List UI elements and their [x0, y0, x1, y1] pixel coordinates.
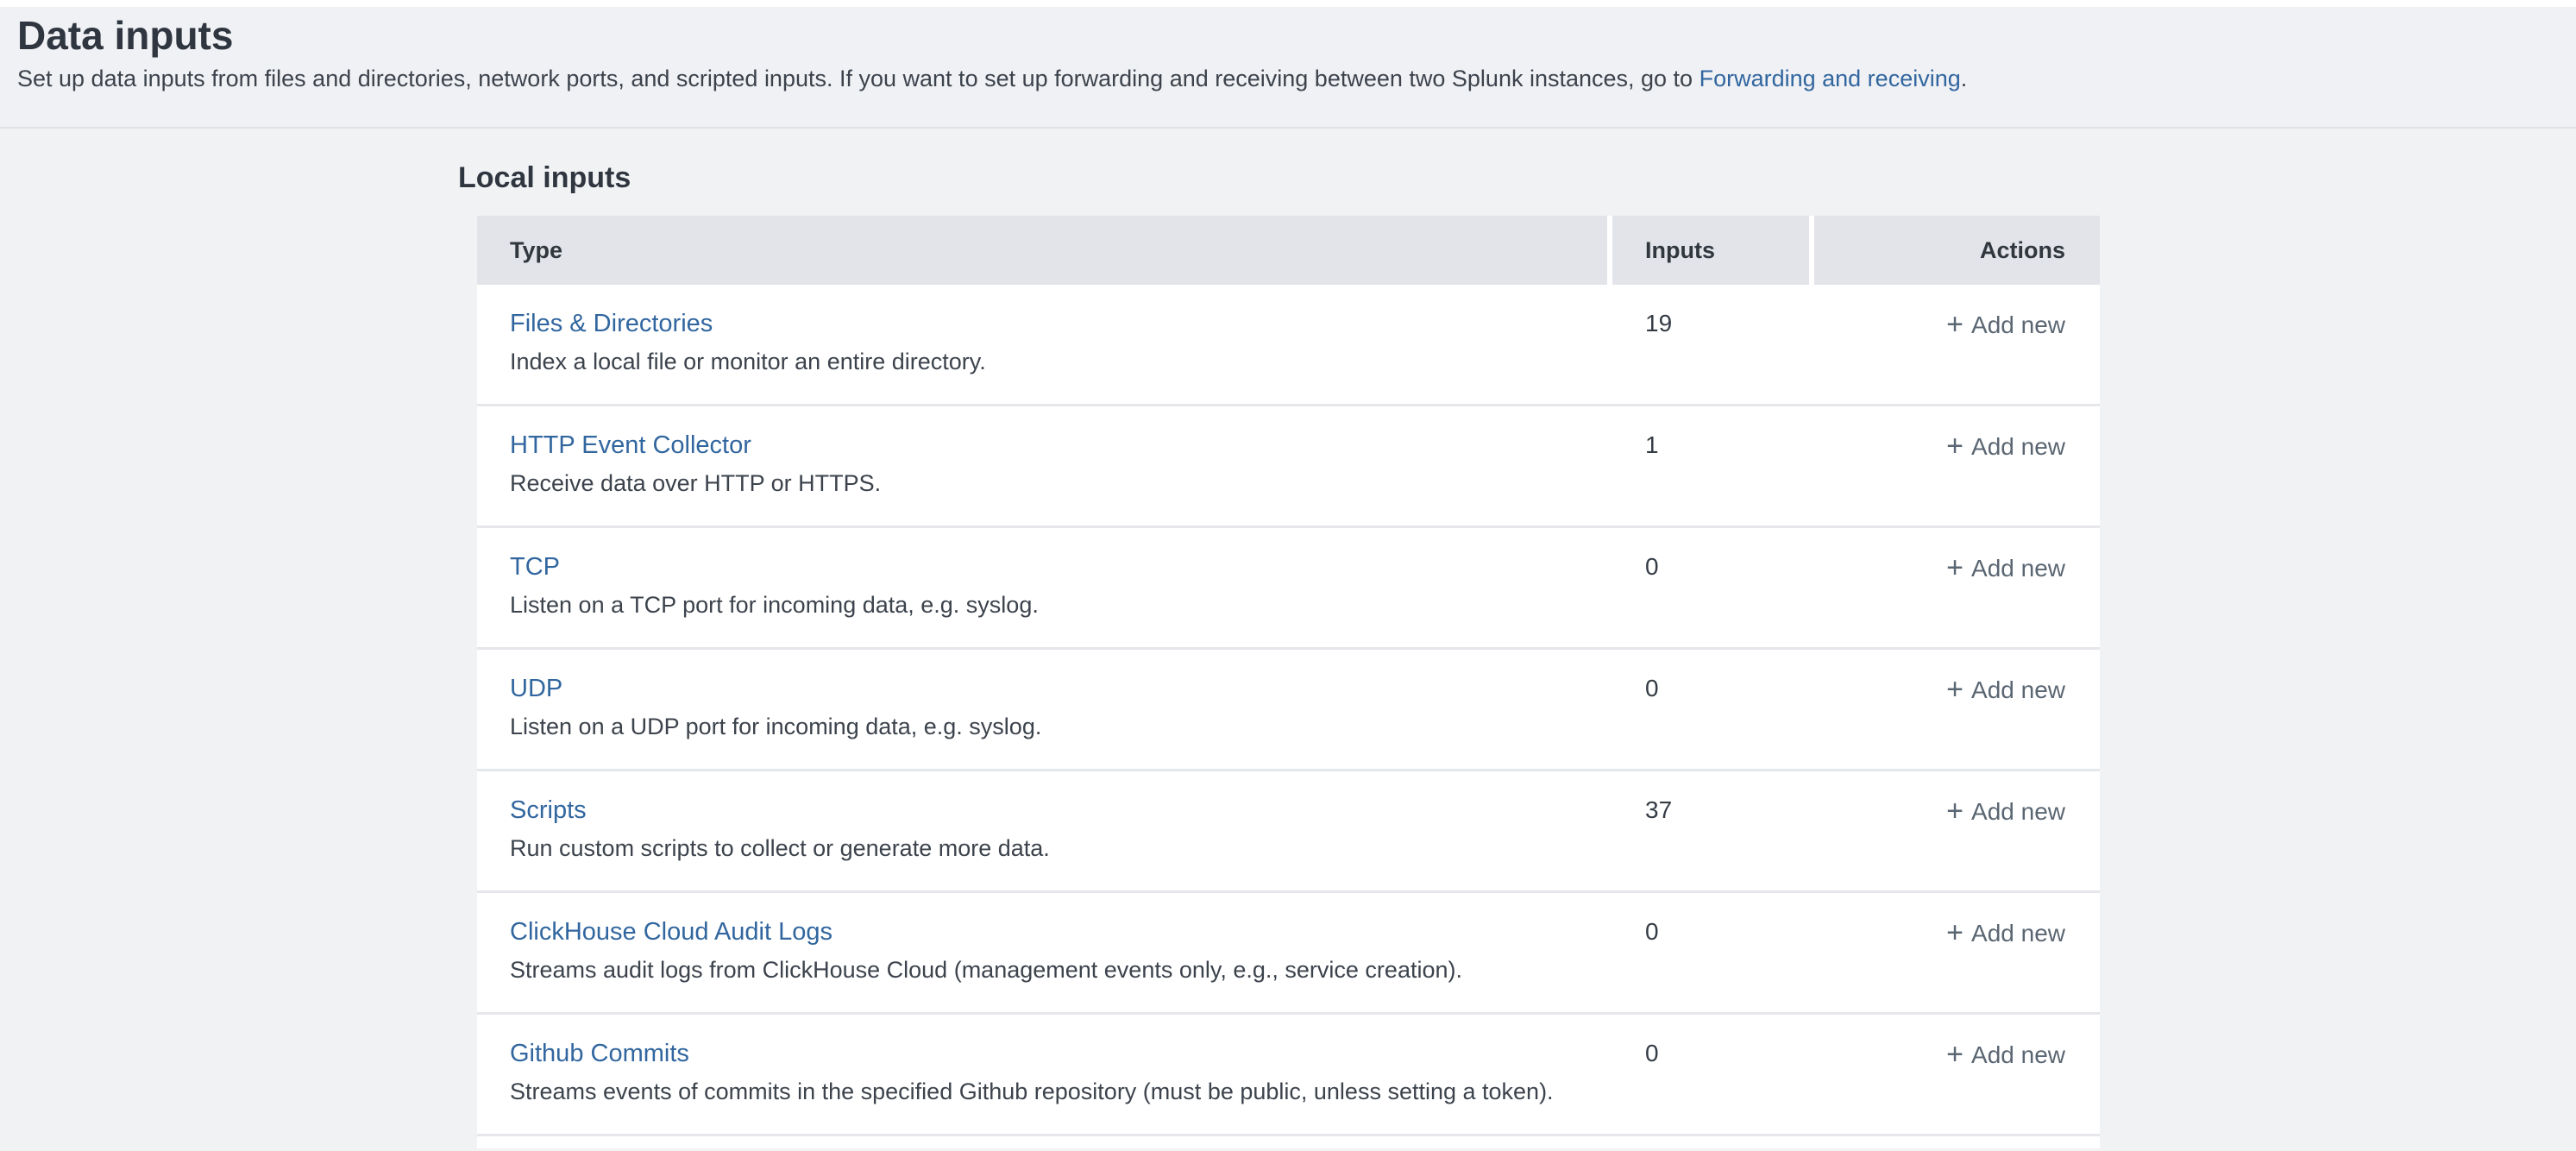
add-new-label: Add new — [1971, 676, 2065, 703]
input-type-description: Run custom scripts to collect or generat… — [510, 834, 1580, 863]
type-cell: Github Commits Streams events of commits… — [477, 1015, 1612, 1134]
column-header-inputs: Inputs — [1612, 216, 1809, 285]
forwarding-and-receiving-link[interactable]: Forwarding and receiving — [1700, 66, 1961, 91]
local-inputs-table: Type Inputs Actions Files & Directories … — [477, 216, 2100, 1148]
table-row: Github Commits Streams events of commits… — [477, 1012, 2100, 1134]
inputs-count: 1 — [1612, 406, 1814, 525]
add-new-button[interactable]: + Add new — [1946, 433, 2065, 460]
actions-cell: + Add new — [1814, 285, 2100, 404]
add-new-button[interactable]: +Add new — [1946, 555, 2065, 582]
actions-cell: + Add new — [1814, 1015, 2100, 1134]
page-description-text: Set up data inputs from files and direct… — [17, 66, 1700, 91]
table-row: Scripts Run custom scripts to collect or… — [477, 769, 2100, 890]
add-new-label: Add new — [1971, 433, 2065, 460]
inputs-count: 0 — [1612, 650, 1814, 769]
content-area: Local inputs Type Inputs Actions Files &… — [0, 161, 2576, 1148]
add-new-button[interactable]: + Add new — [1946, 676, 2065, 703]
table-row: HTTP Event Collector Receive data over H… — [477, 404, 2100, 525]
type-cell: TCP Listen on a TCP port for incoming da… — [477, 528, 1612, 647]
table-row: ClickHouse Cloud Audit Logs Streams audi… — [477, 890, 2100, 1012]
type-cell: Files & Directories Index a local file o… — [477, 285, 1612, 404]
input-type-link[interactable]: TCP — [510, 552, 560, 582]
add-new-button[interactable]: + Add new — [1946, 311, 2065, 338]
page-description-period: . — [1961, 66, 1968, 91]
actions-cell: + Add new — [1814, 771, 2100, 890]
input-type-link[interactable]: ClickHouse Cloud Audit Logs — [510, 917, 832, 947]
input-type-description: Listen on a TCP port for incoming data, … — [510, 591, 1580, 620]
table-body: Files & Directories Index a local file o… — [477, 285, 2100, 1134]
add-new-label: Add new — [1971, 1041, 2065, 1068]
actions-cell: + Add new — [1814, 406, 2100, 525]
column-header-actions: Actions — [1814, 216, 2100, 285]
plus-icon: + — [1946, 916, 1963, 949]
input-type-link[interactable]: HTTP Event Collector — [510, 431, 751, 460]
actions-cell: + Add new — [1814, 893, 2100, 1012]
input-type-description: Index a local file or monitor an entire … — [510, 348, 1580, 376]
table-header-row: Type Inputs Actions — [477, 216, 2100, 285]
type-cell: Scripts Run custom scripts to collect or… — [477, 771, 1612, 890]
plus-icon: + — [1946, 308, 1963, 341]
add-new-label: Add new — [1971, 555, 2065, 582]
add-new-label: Add new — [1971, 920, 2065, 947]
plus-icon: + — [1946, 673, 1963, 706]
page-description: Set up data inputs from files and direct… — [17, 64, 2541, 93]
input-type-description: Streams audit logs from ClickHouse Cloud… — [510, 956, 1580, 984]
top-edge-strip — [0, 0, 2576, 7]
input-type-description: Streams events of commits in the specifi… — [510, 1078, 1580, 1106]
actions-cell: + Add new — [1814, 650, 2100, 769]
inputs-count: 19 — [1612, 285, 1814, 404]
input-type-description: Receive data over HTTP or HTTPS. — [510, 469, 1580, 498]
plus-icon: + — [1946, 551, 1963, 584]
input-type-link[interactable]: Files & Directories — [510, 309, 713, 338]
type-cell: UDP Listen on a UDP port for incoming da… — [477, 650, 1612, 769]
actions-cell: + Add new — [1814, 528, 2100, 647]
type-cell: ClickHouse Cloud Audit Logs Streams audi… — [477, 893, 1612, 1012]
inputs-count: 0 — [1612, 1015, 1814, 1134]
page-header: Data inputs Set up data inputs from file… — [0, 7, 2576, 129]
inputs-count: 0 — [1612, 528, 1814, 647]
plus-icon: + — [1946, 430, 1963, 462]
plus-icon: + — [1946, 1038, 1963, 1071]
table-row: UDP Listen on a UDP port for incoming da… — [477, 647, 2100, 769]
inputs-count: 0 — [1612, 893, 1814, 1012]
page-title: Data inputs — [17, 12, 2541, 59]
input-type-link[interactable]: Scripts — [510, 796, 587, 825]
add-new-label: Add new — [1971, 798, 2065, 825]
table-row: TCP Listen on a TCP port for incoming da… — [477, 525, 2100, 647]
column-header-type: Type — [477, 216, 1607, 285]
add-new-button[interactable]: + Add new — [1946, 798, 2065, 825]
input-type-link[interactable]: Github Commits — [510, 1039, 689, 1068]
plus-icon: + — [1946, 795, 1963, 827]
add-new-label: Add new — [1971, 311, 2065, 338]
next-row-partial — [477, 1134, 2100, 1148]
inputs-count: 37 — [1612, 771, 1814, 890]
type-cell: HTTP Event Collector Receive data over H… — [477, 406, 1612, 525]
local-inputs-heading: Local inputs — [458, 161, 2576, 194]
input-type-description: Listen on a UDP port for incoming data, … — [510, 713, 1580, 741]
table-row: Files & Directories Index a local file o… — [477, 285, 2100, 404]
input-type-link[interactable]: UDP — [510, 674, 562, 703]
add-new-button[interactable]: +Add new — [1946, 920, 2065, 947]
add-new-button[interactable]: + Add new — [1946, 1041, 2065, 1068]
